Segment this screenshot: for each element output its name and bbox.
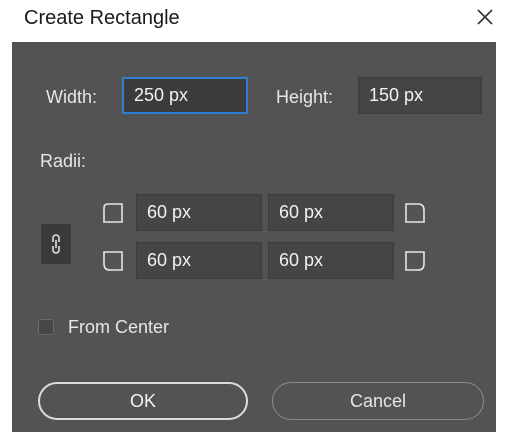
corner-top-right-icon	[404, 202, 426, 224]
from-center-checkbox[interactable]	[38, 319, 54, 335]
radius-top-right-input[interactable]	[268, 194, 394, 231]
dialog-panel: Width: Height: Radii:	[12, 42, 496, 432]
radius-bottom-right-input[interactable]	[268, 242, 394, 279]
radius-bottom-left-input[interactable]	[136, 242, 262, 279]
create-rectangle-dialog: Create Rectangle Width: Height: Radii:	[0, 0, 506, 447]
from-center-label[interactable]: From Center	[68, 316, 169, 338]
cancel-button-label: Cancel	[349, 390, 407, 411]
ok-button-label: OK	[129, 390, 156, 411]
radii-label: Radii:	[40, 151, 87, 171]
corner-bottom-right-icon	[404, 250, 426, 272]
radius-top-left-input[interactable]	[136, 194, 262, 231]
dialog-title: Create Rectangle	[24, 7, 180, 29]
cancel-button[interactable]: Cancel	[272, 382, 484, 420]
title-bar: Create Rectangle	[0, 0, 506, 42]
height-input[interactable]	[358, 77, 482, 114]
close-icon	[477, 9, 493, 25]
link-icon	[52, 234, 60, 254]
corner-top-left-icon	[102, 202, 124, 224]
close-button[interactable]	[470, 2, 500, 32]
width-label: Width:	[46, 87, 98, 107]
height-label: Height:	[276, 87, 334, 107]
width-input[interactable]	[122, 77, 248, 114]
ok-button[interactable]: OK	[38, 382, 248, 420]
link-radii-button[interactable]	[41, 224, 71, 264]
corner-bottom-left-icon	[102, 250, 124, 272]
